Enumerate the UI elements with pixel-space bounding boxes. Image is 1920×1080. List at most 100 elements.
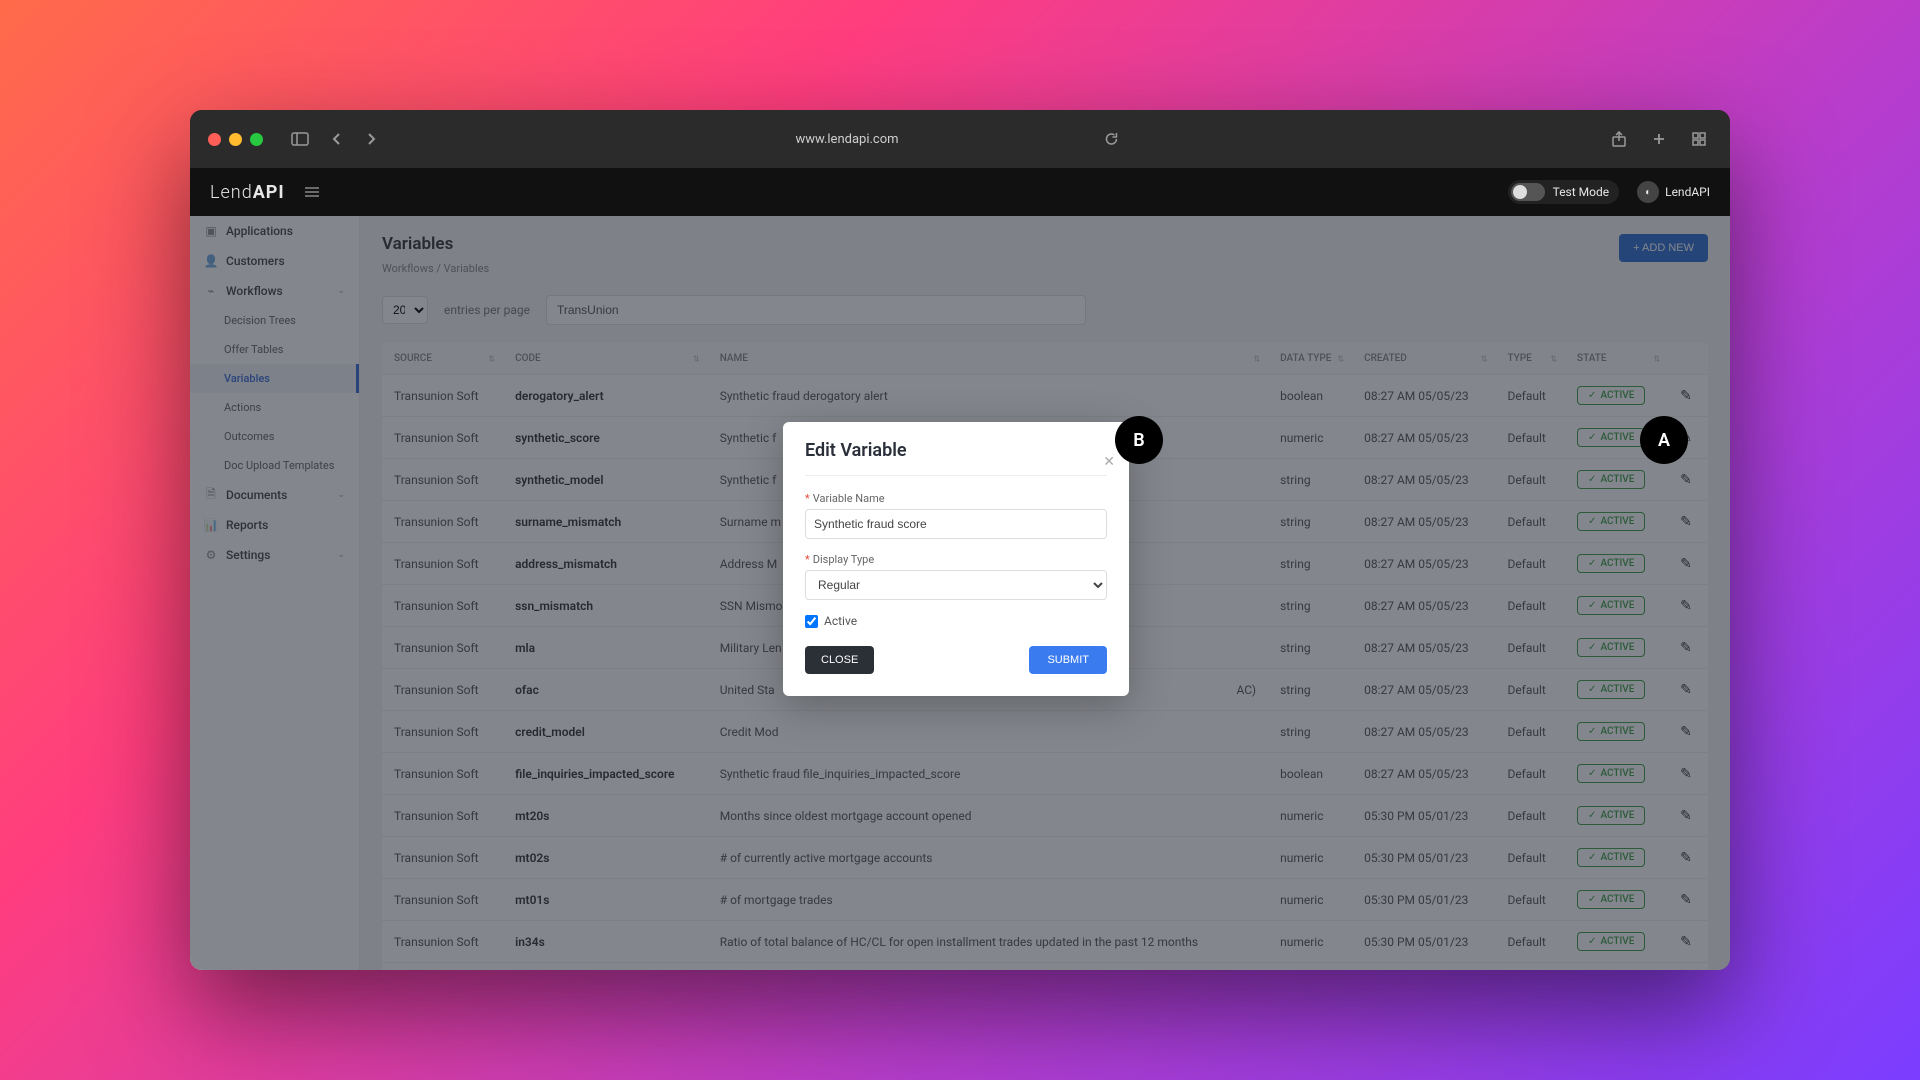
search-input[interactable] — [546, 295, 1086, 325]
sidebar-item-actions[interactable]: Actions — [190, 393, 359, 422]
user-avatar-icon[interactable]: ◐ — [1637, 181, 1659, 203]
cell-source: Transunion Soft — [382, 585, 503, 627]
cell-datatype: string — [1268, 669, 1352, 711]
breadcrumb-current: Variables — [444, 262, 490, 275]
edit-icon[interactable]: ✎ — [1680, 766, 1692, 782]
tab-grid-icon[interactable] — [1686, 126, 1712, 152]
sidebar-icon: ▣ — [204, 224, 218, 238]
entries-per-page-label: entries per page — [444, 303, 530, 317]
edit-icon[interactable]: ✎ — [1680, 724, 1692, 740]
reload-icon[interactable] — [1099, 126, 1125, 152]
cell-datatype: numeric — [1268, 837, 1352, 879]
table-row: Transunion Soft credit_model Credit Mod … — [382, 711, 1708, 753]
column-header[interactable]: STATE⇅ — [1565, 343, 1668, 375]
status-badge: ACTIVE — [1577, 512, 1645, 531]
collapse-sidebar-icon[interactable] — [299, 179, 325, 205]
test-mode-toggle[interactable] — [1511, 183, 1545, 201]
edit-icon[interactable]: ✎ — [1680, 514, 1692, 530]
sidebar-item-applications[interactable]: ▣Applications — [190, 216, 359, 246]
table-row: Transunion Soft in33s Total Current Bala… — [382, 963, 1708, 971]
cell-datatype: string — [1268, 459, 1352, 501]
variable-name-input[interactable] — [805, 509, 1107, 539]
minimize-window-icon[interactable] — [229, 133, 242, 146]
edit-icon[interactable]: ✎ — [1680, 934, 1692, 950]
edit-icon[interactable]: ✎ — [1680, 808, 1692, 824]
maximize-window-icon[interactable] — [250, 133, 263, 146]
edit-icon[interactable]: ✎ — [1680, 640, 1692, 656]
sort-icon: ⇅ — [1653, 354, 1660, 363]
entries-per-page-select[interactable]: 20 — [382, 296, 428, 324]
edit-icon[interactable]: ✎ — [1680, 388, 1692, 404]
app-body: ▣Applications👤Customers⌁Workflows⌄Decisi… — [190, 216, 1730, 970]
column-header[interactable]: CREATED⇅ — [1352, 343, 1495, 375]
cell-created: 08:27 AM 05/05/23 — [1352, 585, 1495, 627]
sidebar-item-documents[interactable]: 🗎Documents⌄ — [190, 480, 359, 510]
cell-state: ACTIVE — [1565, 963, 1668, 971]
column-header[interactable]: CODE⇅ — [503, 343, 708, 375]
cell-created: 08:27 AM 05/05/23 — [1352, 627, 1495, 669]
cell-type: Default — [1495, 459, 1565, 501]
modal-close-icon[interactable]: ✕ — [1103, 454, 1115, 470]
edit-icon[interactable]: ✎ — [1680, 598, 1692, 614]
cell-source: Transunion Soft — [382, 375, 503, 417]
edit-icon[interactable]: ✎ — [1680, 556, 1692, 572]
cell-datatype: numeric — [1268, 879, 1352, 921]
cell-type: Default — [1495, 963, 1565, 971]
cell-created: 08:27 AM 05/05/23 — [1352, 543, 1495, 585]
active-checkbox[interactable] — [805, 615, 818, 628]
sidebar-item-reports[interactable]: 📊Reports — [190, 510, 359, 540]
cell-actions: ✎ — [1668, 627, 1708, 669]
breadcrumb: Workflows / Variables — [382, 262, 489, 275]
edit-icon[interactable]: ✎ — [1680, 850, 1692, 866]
cell-actions: ✎ — [1668, 753, 1708, 795]
sidebar-item-settings[interactable]: ⚙Settings⌄ — [190, 540, 359, 570]
close-button[interactable]: CLOSE — [805, 646, 874, 674]
sidebar-item-outcomes[interactable]: Outcomes — [190, 422, 359, 451]
sidebar-icon: ⌁ — [204, 284, 218, 298]
url-text[interactable]: www.lendapi.com — [795, 132, 898, 147]
cell-source: Transunion Soft — [382, 837, 503, 879]
nav-back-icon[interactable] — [323, 126, 349, 152]
sidebar-item-decision-trees[interactable]: Decision Trees — [190, 306, 359, 335]
cell-created: 08:27 AM 05/05/23 — [1352, 459, 1495, 501]
cell-source: Transunion Soft — [382, 627, 503, 669]
cell-code: synthetic_model — [503, 459, 708, 501]
sidebar-item-variables[interactable]: Variables — [190, 364, 359, 393]
sidebar-toggle-icon[interactable] — [287, 126, 313, 152]
sidebar-item-doc-upload-templates[interactable]: Doc Upload Templates — [190, 451, 359, 480]
cell-state: ACTIVE — [1565, 921, 1668, 963]
sidebar-item-workflows[interactable]: ⌁Workflows⌄ — [190, 276, 359, 306]
close-window-icon[interactable] — [208, 133, 221, 146]
share-icon[interactable] — [1606, 126, 1632, 152]
submit-button[interactable]: SUBMIT — [1029, 646, 1107, 674]
cell-created: 08:27 AM 05/05/23 — [1352, 375, 1495, 417]
display-type-select[interactable]: Regular — [805, 570, 1107, 600]
sidebar-item-offer-tables[interactable]: Offer Tables — [190, 335, 359, 364]
cell-actions: ✎ — [1668, 711, 1708, 753]
cell-type: Default — [1495, 879, 1565, 921]
cell-state: ACTIVE — [1565, 543, 1668, 585]
cell-type: Default — [1495, 375, 1565, 417]
column-header[interactable] — [1668, 343, 1708, 375]
annotation-a: A — [1640, 416, 1688, 464]
breadcrumb-parent[interactable]: Workflows — [382, 262, 434, 275]
column-header[interactable]: TYPE⇅ — [1495, 343, 1565, 375]
edit-icon[interactable]: ✎ — [1680, 892, 1692, 908]
cell-source: Transunion Soft — [382, 921, 503, 963]
edit-icon[interactable]: ✎ — [1680, 682, 1692, 698]
add-new-button[interactable]: + ADD NEW — [1619, 234, 1708, 262]
edit-icon[interactable]: ✎ — [1680, 472, 1692, 488]
cell-state: ACTIVE — [1565, 879, 1668, 921]
table-row: Transunion Soft mt20s Months since oldes… — [382, 795, 1708, 837]
column-header[interactable]: SOURCE⇅ — [382, 343, 503, 375]
sidebar-icon: 📊 — [204, 518, 218, 532]
cell-actions: ✎ — [1668, 585, 1708, 627]
cell-created: 05:30 PM 05/01/23 — [1352, 879, 1495, 921]
nav-forward-icon[interactable] — [359, 126, 385, 152]
column-header[interactable]: NAME⇅ — [708, 343, 1268, 375]
status-badge: ACTIVE — [1577, 470, 1645, 489]
new-tab-icon[interactable] — [1646, 126, 1672, 152]
column-header[interactable]: DATA TYPE⇅ — [1268, 343, 1352, 375]
sidebar-item-customers[interactable]: 👤Customers — [190, 246, 359, 276]
status-badge: ACTIVE — [1577, 428, 1645, 447]
